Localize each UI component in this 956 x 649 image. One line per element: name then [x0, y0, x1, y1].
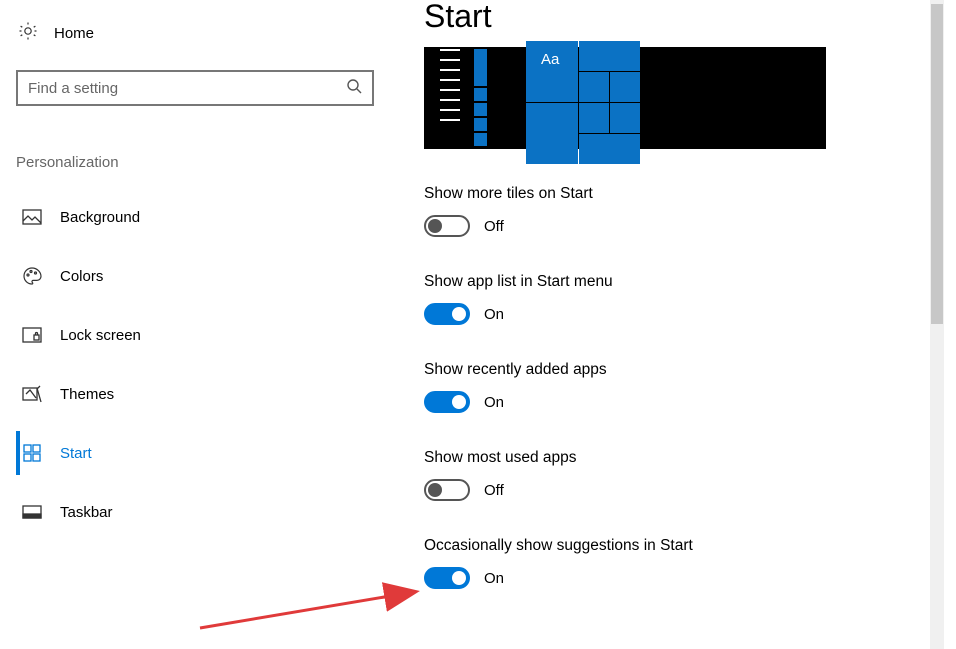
sidebar-item-label: Lock screen [60, 327, 141, 344]
gear-icon [18, 21, 38, 46]
setting-label: Show most used apps [424, 449, 930, 467]
palette-icon [22, 266, 42, 286]
setting-label: Show recently added apps [424, 361, 930, 379]
toggle-recently-added[interactable] [424, 391, 470, 413]
setting-label: Occasionally show suggestions in Start [424, 537, 930, 555]
sidebar-item-label: Themes [60, 386, 114, 403]
nav-list: Background Colors Lock [16, 195, 384, 534]
toggle-suggestions[interactable] [424, 567, 470, 589]
sidebar-item-label: Taskbar [60, 504, 113, 521]
taskbar-icon [22, 505, 42, 519]
search-field[interactable] [28, 80, 346, 97]
start-icon [22, 444, 42, 462]
home-label: Home [54, 25, 94, 42]
toggle-show-app-list[interactable] [424, 303, 470, 325]
sidebar-item-label: Colors [60, 268, 103, 285]
toggle-state: On [484, 306, 504, 323]
sidebar-item-start[interactable]: Start [16, 431, 384, 475]
toggle-show-more-tiles[interactable] [424, 215, 470, 237]
search-input[interactable] [16, 70, 374, 106]
sidebar-item-themes[interactable]: Themes [16, 372, 384, 416]
image-icon [22, 209, 42, 225]
scrollbar[interactable] [930, 0, 944, 649]
sidebar-item-background[interactable]: Background [16, 195, 384, 239]
sidebar-item-label: Start [60, 445, 92, 462]
toggle-state: On [484, 394, 504, 411]
toggle-most-used[interactable] [424, 479, 470, 501]
sidebar-item-taskbar[interactable]: Taskbar [16, 490, 384, 534]
toggle-state: On [484, 570, 504, 587]
toggle-state: Off [484, 218, 504, 235]
scrollbar-thumb[interactable] [931, 4, 943, 324]
home-nav[interactable]: Home [18, 18, 384, 48]
section-header: Personalization [16, 154, 384, 171]
sidebar-item-lock-screen[interactable]: Lock screen [16, 313, 384, 357]
sidebar-item-label: Background [60, 209, 140, 226]
search-icon [346, 78, 362, 99]
setting-label: Show more tiles on Start [424, 185, 930, 203]
page-title: Start [424, 0, 930, 35]
toggle-state: Off [484, 482, 504, 499]
lock-screen-icon [22, 327, 42, 343]
themes-icon [22, 385, 42, 403]
sidebar-item-colors[interactable]: Colors [16, 254, 384, 298]
setting-label: Show app list in Start menu [424, 273, 930, 291]
start-preview: Aa [424, 47, 826, 149]
preview-tile-label: Aa [541, 51, 559, 68]
